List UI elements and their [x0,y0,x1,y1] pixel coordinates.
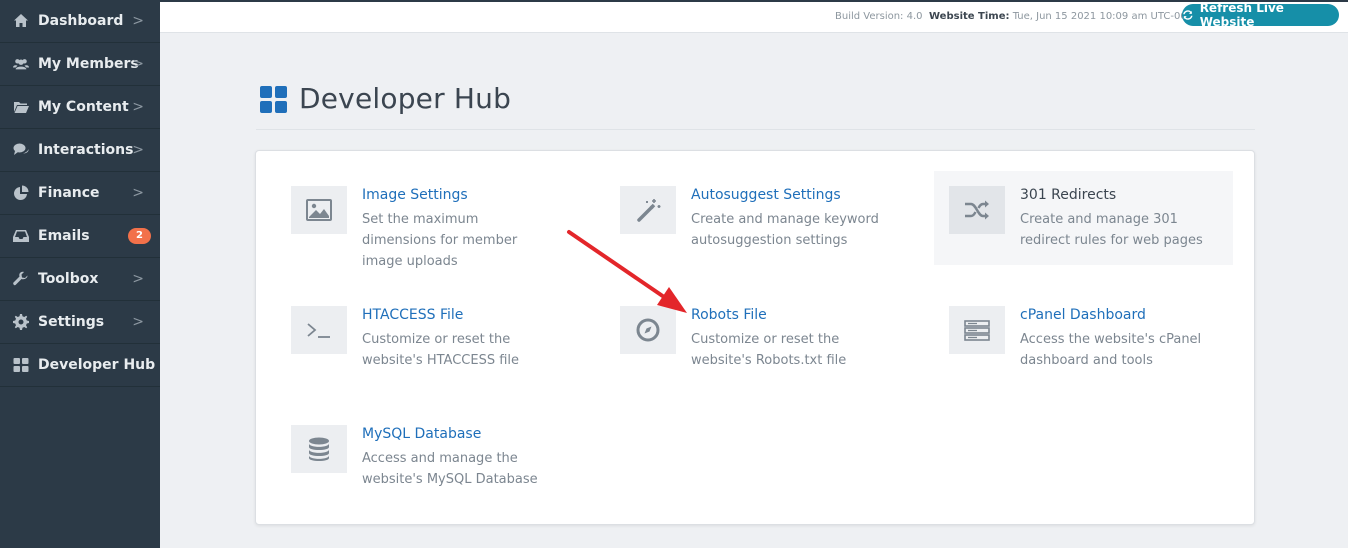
sidebar-item-finance[interactable]: Finance > [0,172,160,215]
sidebar-item-my-members[interactable]: My Members > [0,43,160,86]
tile-title: Image Settings [362,187,468,203]
chevron-right-icon: > [132,56,144,72]
tile-title: HTACCESS File [362,307,464,323]
top-border [160,0,1348,2]
sidebar-item-label: Finance [38,185,100,201]
tile-description: Customize or reset the website's Robots.… [691,332,847,368]
tile-htaccess-file[interactable]: HTACCESS File Customize or reset the web… [256,291,555,385]
sidebar: Dashboard > My Members > My Content > In… [0,0,160,548]
grid-icon [260,85,287,113]
sidebar-item-label: Emails [38,228,90,244]
gear-icon [12,314,30,330]
tile-image-settings[interactable]: Image Settings Set the maximum dimension… [256,171,555,269]
terminal-icon [291,306,347,354]
image-icon [291,186,347,234]
tile-mysql-database[interactable]: MySQL Database Access and manage the web… [256,410,555,504]
tile-description: Create and manage 301 redirect rules for… [1020,212,1203,248]
tile-description: Customize or reset the website's HTACCES… [362,332,520,368]
sidebar-item-toolbox[interactable]: Toolbox > [0,258,160,301]
comments-icon [12,142,30,158]
inbox-icon [12,228,30,244]
unread-count-badge: 2 [128,228,151,244]
grid-icon [12,357,30,373]
chevron-right-icon: > [132,185,144,201]
wrench-icon [12,271,30,287]
server-icon [949,306,1005,354]
tile-title: Autosuggest Settings [691,187,841,203]
sidebar-item-label: Settings [38,314,105,330]
tile-autosuggest-settings[interactable]: Autosuggest Settings Create and manage k… [585,171,884,265]
tile-robots-file[interactable]: Robots File Customize or reset the websi… [585,291,884,385]
build-version: Build Version: 4.0 [835,11,923,22]
compass-icon [620,306,676,354]
tile-description: Access and manage the website's MySQL Da… [362,451,538,487]
sidebar-item-label: Interactions [38,142,134,158]
home-icon [12,13,30,29]
page-title: Developer Hub [299,82,512,115]
chevron-right-icon: > [132,142,144,158]
database-icon [291,425,347,473]
website-time-value: Tue, Jun 15 2021 10:09 am UTC-06:00 [1012,11,1203,22]
developer-tools-card: Image Settings Set the maximum dimension… [255,150,1255,525]
refresh-icon [1183,10,1193,20]
chevron-right-icon: > [132,314,144,330]
sidebar-item-label: Toolbox [38,271,99,287]
shuffle-icon [949,186,1005,234]
refresh-button-label: Refresh Live Website [1199,1,1284,29]
sidebar-item-label: Dashboard [38,13,124,29]
chevron-right-icon: > [132,271,144,287]
website-time: Website Time: Tue, Jun 15 2021 10:09 am … [929,11,1203,22]
sidebar-item-dashboard[interactable]: Dashboard > [0,0,160,43]
tile-description: Set the maximum dimensions for member im… [362,212,518,269]
page-header: Developer Hub [260,82,511,115]
tile-description: Create and manage keyword autosuggestion… [691,212,879,248]
pie-chart-icon [12,185,30,201]
users-icon [12,56,30,72]
sidebar-item-developer-hub[interactable]: Developer Hub [0,344,160,387]
sidebar-item-interactions[interactable]: Interactions > [0,129,160,172]
sidebar-item-settings[interactable]: Settings > [0,301,160,344]
top-bar: Build Version: 4.0 Website Time: Tue, Ju… [160,0,1348,33]
sidebar-item-label: Developer Hub [38,357,156,373]
magic-wand-icon [620,186,676,234]
tile-title: MySQL Database [362,426,482,442]
chevron-right-icon: > [132,99,144,115]
tile-title: Robots File [691,307,767,323]
tile-description: Access the website's cPanel dashboard an… [1020,332,1202,368]
tile-301-redirects[interactable]: 301 Redirects Create and manage 301 redi… [934,171,1233,265]
website-time-label: Website Time: [929,11,1010,22]
refresh-live-website-button[interactable]: Refresh Live Website [1182,1,1339,29]
folder-icon [12,99,30,115]
sidebar-item-emails[interactable]: Emails 2 [0,215,160,258]
divider [256,129,1255,130]
tile-title: 301 Redirects [1020,187,1117,203]
sidebar-item-label: My Members [38,56,139,72]
sidebar-item-label: My Content [38,99,129,115]
sidebar-item-my-content[interactable]: My Content > [0,86,160,129]
chevron-right-icon: > [132,13,144,29]
tile-title: cPanel Dashboard [1020,307,1146,323]
tile-cpanel-dashboard[interactable]: cPanel Dashboard Access the website's cP… [914,291,1213,385]
